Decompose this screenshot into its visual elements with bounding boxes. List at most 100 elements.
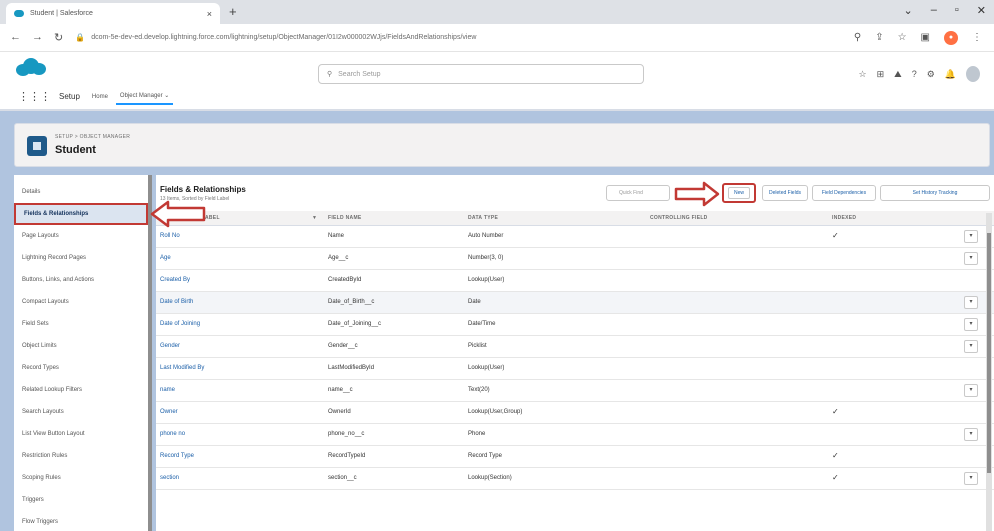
url-field[interactable]: 🔒 dcom-5e-dev-ed.develop.lightning.force… [75, 28, 854, 48]
star-icon[interactable]: ☆ [898, 32, 907, 43]
col-data-type[interactable]: DATA TYPE [468, 215, 498, 221]
table-row: phone no phone_no__c Phone ▾ [156, 424, 994, 446]
field-label-link[interactable]: section [160, 475, 179, 481]
salesforce-favicon-icon [14, 10, 24, 17]
breadcrumb[interactable]: SETUP > OBJECT MANAGER [55, 134, 130, 140]
field-label-link[interactable]: phone no [160, 431, 185, 437]
salesforce-logo-icon[interactable] [16, 58, 46, 78]
row-actions-dropdown[interactable]: ▾ [964, 230, 978, 243]
bell-icon[interactable]: 🔔 [945, 69, 956, 80]
sidebar-item-buttons-links-actions[interactable]: Buttons, Links, and Actions [14, 269, 148, 291]
forward-icon[interactable]: → [32, 31, 43, 44]
field-label-link[interactable]: Gender [160, 343, 180, 349]
global-actions-icon[interactable]: ⊞ [877, 69, 885, 80]
new-tab-button[interactable]: + [229, 4, 237, 19]
field-label-link[interactable]: Record Type [160, 453, 194, 459]
sidebar-item-flow-triggers[interactable]: Flow Triggers [14, 511, 148, 531]
favorites-icon[interactable]: ☆ [859, 69, 867, 80]
field-api-name: OwnerId [328, 409, 351, 415]
field-api-name: RecordTypeId [328, 453, 366, 459]
zoom-icon[interactable]: ⚲ [854, 32, 861, 43]
gear-icon[interactable]: ⚙ [927, 69, 935, 80]
sidebar-item-scoping-rules[interactable]: Scoping Rules [14, 467, 148, 489]
sidebar-item-field-sets[interactable]: Field Sets [14, 313, 148, 335]
sidebar-item-record-types[interactable]: Record Types [14, 357, 148, 379]
field-label-link[interactable]: name [160, 387, 175, 393]
address-bar: ← → ↻ 🔒 dcom-5e-dev-ed.develop.lightning… [0, 24, 994, 52]
annotation-arrow-right-icon [674, 181, 720, 207]
nav-object-manager[interactable]: Object Manager ⌄ [115, 88, 174, 105]
sidebar-item-search-layouts[interactable]: Search Layouts [14, 401, 148, 423]
setup-search-input[interactable]: ⚲ Search Setup [318, 64, 644, 84]
table-row: Last Modified By LastModifiedById Lookup… [156, 358, 994, 380]
deleted-fields-button[interactable]: Deleted Fields [762, 185, 808, 201]
sidebar-item-page-layouts[interactable]: Page Layouts [14, 225, 148, 247]
scrollbar-thumb[interactable] [987, 233, 991, 473]
table-row: Age Age__c Number(3, 0) ▾ [156, 248, 994, 270]
chevron-down-icon[interactable]: ⌄ [904, 4, 913, 17]
row-actions-dropdown[interactable]: ▾ [964, 472, 978, 485]
share-icon[interactable]: ⇪ [875, 32, 883, 43]
help-icon[interactable]: ? [912, 69, 917, 79]
field-label-link[interactable]: Roll No [160, 233, 180, 239]
close-tab-icon[interactable]: × [207, 9, 212, 19]
row-actions-dropdown[interactable]: ▾ [964, 340, 978, 353]
sidebar-item-fields-relationships[interactable]: Fields & Relationships [14, 203, 148, 225]
salesforce-header: ⚲ Search Setup ☆ ⊞ ⛰ ? ⚙ 🔔 [0, 52, 994, 84]
field-api-name: Gender__c [328, 343, 358, 349]
field-label-link[interactable]: Created By [160, 277, 190, 283]
field-label-link[interactable]: Date of Joining [160, 321, 200, 327]
back-icon[interactable]: ← [10, 31, 21, 44]
close-window-icon[interactable]: ✕ [977, 4, 986, 17]
field-label-link[interactable]: Age [160, 255, 171, 261]
minimize-icon[interactable]: – [931, 4, 937, 17]
field-label-link[interactable]: Owner [160, 409, 178, 415]
sidebar-item-related-lookup-filters[interactable]: Related Lookup Filters [14, 379, 148, 401]
sidebar-item-triggers[interactable]: Triggers [14, 489, 148, 511]
sidebar-item-restriction-rules[interactable]: Restriction Rules [14, 445, 148, 467]
table-row: section section__c Lookup(Section) ✓ ▾ [156, 468, 994, 490]
set-history-tracking-button[interactable]: Set History Tracking [880, 185, 990, 201]
new-field-button[interactable]: New [722, 183, 756, 203]
sidebar-item-list-view-button-layout[interactable]: List View Button Layout [14, 423, 148, 445]
row-actions-dropdown[interactable]: ▾ [964, 318, 978, 331]
sidebar-item-compact-layouts[interactable]: Compact Layouts [14, 291, 148, 313]
browser-tab-strip: Student | Salesforce × + ⌄ – ▫ ✕ [0, 0, 994, 24]
table-row: Gender Gender__c Picklist ▾ [156, 336, 994, 358]
sort-arrow-icon[interactable]: ▼ [312, 215, 317, 221]
row-actions-dropdown[interactable]: ▾ [964, 296, 978, 309]
kebab-menu-icon[interactable]: ⋮ [972, 32, 982, 43]
field-data-type: Lookup(User) [468, 365, 505, 371]
reload-icon[interactable]: ↻ [54, 31, 63, 44]
browser-tab[interactable]: Student | Salesforce × [6, 3, 220, 24]
col-field-name[interactable]: FIELD NAME [328, 215, 362, 221]
sidebar-item-details[interactable]: Details [14, 181, 148, 203]
profile-avatar-icon[interactable]: ● [944, 30, 958, 45]
sidebar-item-lightning-record-pages[interactable]: Lightning Record Pages [14, 247, 148, 269]
field-api-name: LastModifiedById [328, 365, 375, 371]
col-indexed[interactable]: INDEXED [832, 215, 856, 221]
field-dependencies-button[interactable]: Field Dependencies [812, 185, 876, 201]
window-controls: ⌄ – ▫ ✕ [904, 4, 986, 17]
sidepanel-icon[interactable]: ▣ [921, 32, 930, 43]
field-api-name: Date_of_Joining__c [328, 321, 382, 327]
quick-find-input[interactable]: Quick Find [606, 185, 670, 201]
sidebar-item-object-limits[interactable]: Object Limits [14, 335, 148, 357]
row-actions-dropdown[interactable]: ▾ [964, 252, 978, 265]
field-label-link[interactable]: Last Modified By [160, 365, 204, 371]
row-actions-dropdown[interactable]: ▾ [964, 384, 978, 397]
col-controlling-field[interactable]: CONTROLLING FIELD [650, 215, 708, 221]
indexed-check-icon: ✓ [832, 407, 839, 416]
row-actions-dropdown[interactable]: ▾ [964, 428, 978, 441]
field-label-link[interactable]: Date of Birth [160, 299, 193, 305]
table-scrollbar[interactable] [986, 213, 992, 531]
field-api-name: Name [328, 233, 345, 239]
annotation-arrow-left-icon [150, 200, 206, 228]
user-avatar-icon[interactable] [966, 66, 980, 82]
fields-relationships-panel: Fields & Relationships 13 Items, Sorted … [156, 175, 994, 531]
maximize-icon[interactable]: ▫ [955, 4, 959, 17]
app-launcher-icon[interactable]: ⋮⋮⋮ [18, 90, 51, 103]
trailhead-icon[interactable]: ⛰ [894, 69, 902, 80]
nav-home[interactable]: Home [92, 94, 108, 100]
app-name: Setup [59, 92, 80, 101]
